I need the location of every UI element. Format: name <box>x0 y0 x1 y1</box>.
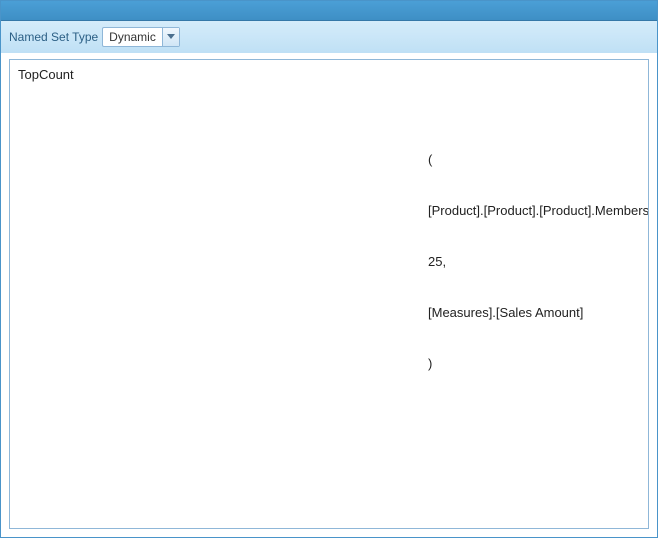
code-line: [Measures].[Sales Amount] <box>428 304 649 321</box>
toolbar: Named Set Type Dynamic <box>1 21 657 53</box>
editor-container: TopCount ( [Product].[Product].[Product]… <box>1 53 657 537</box>
titlebar <box>1 1 657 21</box>
code-line: [Product].[Product].[Product].Members, <box>428 202 649 219</box>
window-frame: Named Set Type Dynamic TopCount ( [Produ… <box>0 0 658 538</box>
code-line: 25, <box>428 253 649 270</box>
code-function-name: TopCount <box>18 66 74 83</box>
named-set-type-dropdown-button[interactable] <box>162 28 179 46</box>
chevron-down-icon <box>167 34 175 40</box>
code-line: ( <box>428 151 649 168</box>
expression-editor[interactable]: TopCount ( [Product].[Product].[Product]… <box>9 59 649 529</box>
named-set-type-value: Dynamic <box>103 28 162 46</box>
named-set-type-combo[interactable]: Dynamic <box>102 27 180 47</box>
code-line: ) <box>428 355 649 372</box>
code-arguments: ( [Product].[Product].[Product].Members,… <box>428 117 649 406</box>
named-set-type-label: Named Set Type <box>9 30 98 44</box>
